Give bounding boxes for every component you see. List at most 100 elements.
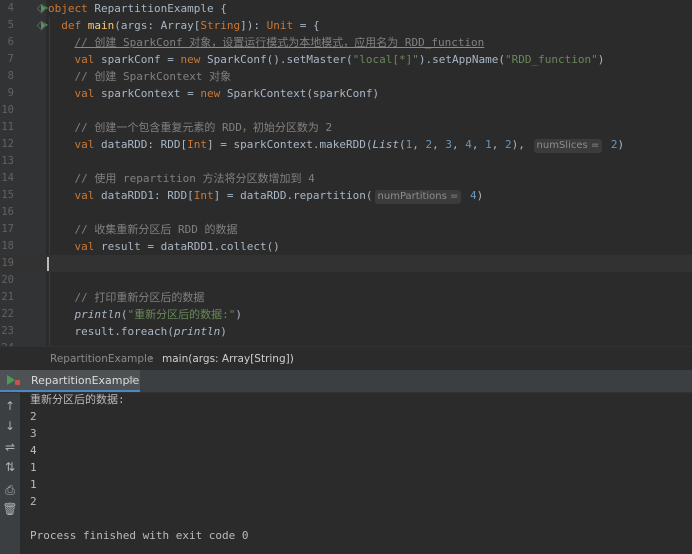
- print-icon[interactable]: ⎙: [0, 480, 20, 500]
- code-token: // 创建一个包含重复元素的 RDD，初始分区数为 2: [74, 121, 333, 134]
- code-token: val: [74, 240, 101, 253]
- line-number: 10: [1, 104, 14, 116]
- code-token: val: [74, 138, 101, 151]
- code-token: sparkContext =: [101, 87, 201, 100]
- code-line[interactable]: 11 // 创建一个包含重复元素的 RDD，初始分区数为 2: [0, 119, 692, 136]
- close-icon[interactable]: ×: [127, 370, 135, 391]
- code-line[interactable]: 8 // 创建 SparkContext 对象: [0, 68, 692, 85]
- code-line[interactable]: 5 def main(args: Array[String]): Unit = …: [0, 17, 692, 34]
- code-line[interactable]: 13: [0, 153, 692, 170]
- code-line[interactable]: 17 // 收集重新分区后 RDD 的数据: [0, 221, 692, 238]
- line-number: 14: [1, 172, 14, 184]
- code-line[interactable]: 18 val result = dataRDD1.collect(): [0, 238, 692, 255]
- code-line[interactable]: 9 val sparkContext = new SparkContext(sp…: [0, 85, 692, 102]
- sort-icon[interactable]: ⇅: [0, 457, 20, 477]
- code-token: (: [399, 138, 406, 151]
- code-token: "RDD_function": [505, 53, 598, 66]
- code-text: val dataRDD1: RDD[Int] = dataRDD.reparti…: [48, 187, 483, 204]
- breadcrumb-method[interactable]: main(args: Array[String]): [162, 347, 294, 371]
- run-tool-window-tabs: RepartitionExample ×: [0, 370, 692, 393]
- code-line[interactable]: 7 val sparkConf = new SparkConf().setMas…: [0, 51, 692, 68]
- code-text: val sparkConf = new SparkConf().setMaste…: [48, 51, 605, 68]
- code-token: // 打印重新分区后的数据: [74, 291, 205, 304]
- tab-label: RepartitionExample: [31, 374, 140, 387]
- code-token: new: [200, 87, 227, 100]
- code-token: ,: [412, 138, 426, 151]
- code-token: ): [476, 189, 484, 202]
- code-line[interactable]: 16: [0, 204, 692, 221]
- code-text: // 收集重新分区后 RDD 的数据: [48, 221, 238, 238]
- code-token: val: [74, 53, 101, 66]
- code-token: object: [48, 2, 95, 15]
- line-number: 9: [7, 87, 14, 99]
- run-gutter-icon[interactable]: [20, 0, 48, 17]
- code-token: List: [372, 138, 400, 151]
- tab-repartition-example[interactable]: RepartitionExample ×: [0, 370, 140, 392]
- code-token: ).setAppName(: [418, 53, 506, 66]
- code-token: RepartitionExample {: [94, 2, 227, 15]
- code-token: println: [173, 325, 221, 338]
- run-config-icon: [7, 375, 23, 387]
- code-token: = {: [293, 19, 320, 32]
- console-output[interactable]: 重新分区后的数据: 2 3 4 1 1 2 Process finished with exi…: [20, 393, 692, 554]
- code-line[interactable]: 6 // 创建 SparkConf 对象，设置运行模式为本地模式，应用名为 RD…: [0, 34, 692, 51]
- code-line[interactable]: 19: [0, 255, 692, 272]
- code-token: ,: [432, 138, 446, 151]
- code-token: // 创建 SparkContext 对象: [74, 70, 232, 83]
- console-line: 2: [30, 495, 37, 508]
- code-token: // 使用 repartition 方法将分区数增加到 4: [74, 172, 315, 185]
- line-number: 21: [1, 291, 14, 303]
- down-icon[interactable]: ↓: [0, 416, 20, 436]
- code-token: result = dataRDD1.collect(): [101, 240, 280, 253]
- code-token: sparkConf =: [101, 53, 181, 66]
- line-number: 17: [1, 223, 14, 235]
- code-line[interactable]: 20: [0, 272, 692, 289]
- run-gutter-icon[interactable]: [20, 17, 48, 34]
- code-token: "local[*]": [352, 53, 419, 66]
- code-text: object RepartitionExample {: [48, 0, 227, 17]
- code-line[interactable]: 10: [0, 102, 692, 119]
- soft-wrap-icon[interactable]: ⇌: [0, 437, 20, 457]
- code-text: // 使用 repartition 方法将分区数增加到 4: [48, 170, 315, 187]
- code-token: ),: [511, 138, 532, 151]
- code-token: SparkContext(sparkConf): [226, 87, 380, 100]
- code-text: println("重新分区后的数据:"): [48, 306, 242, 323]
- code-token: def: [61, 19, 88, 32]
- code-token: ,: [452, 138, 466, 151]
- code-line[interactable]: 15 val dataRDD1: RDD[Int] = dataRDD.repa…: [0, 187, 692, 204]
- rerun-up-icon[interactable]: ↑: [0, 396, 20, 416]
- code-token: dataRDD: RDD[: [101, 138, 188, 151]
- line-number: 12: [1, 138, 14, 150]
- code-text: // 创建一个包含重复元素的 RDD，初始分区数为 2: [48, 119, 333, 136]
- breadcrumb-object[interactable]: RepartitionExample: [50, 347, 153, 371]
- code-editor[interactable]: 4 object RepartitionExample {5 def main(a…: [0, 0, 692, 346]
- code-line[interactable]: 23 result.foreach(println): [0, 323, 692, 340]
- code-line[interactable]: 22 println("重新分区后的数据:"): [0, 306, 692, 323]
- code-line[interactable]: 4 object RepartitionExample {: [0, 0, 692, 17]
- code-line[interactable]: 14 // 使用 repartition 方法将分区数增加到 4: [0, 170, 692, 187]
- code-token: 2: [505, 138, 512, 151]
- code-token: ): [220, 325, 227, 338]
- code-token: println: [74, 308, 121, 321]
- code-token: ,: [471, 138, 486, 151]
- code-token: (args: Array[: [114, 19, 201, 32]
- code-line[interactable]: 21 // 打印重新分区后的数据: [0, 289, 692, 306]
- line-number: 19: [1, 257, 14, 269]
- code-line[interactable]: 12 val dataRDD: RDD[Int] = sparkContext.…: [0, 136, 692, 153]
- trash-icon[interactable]: 🗑: [0, 499, 20, 519]
- code-token: ): [235, 308, 242, 321]
- code-token: result.foreach(: [74, 325, 174, 338]
- code-token: 2: [604, 138, 618, 151]
- code-token: 4: [463, 189, 477, 202]
- line-number: 22: [1, 308, 14, 320]
- parameter-hint: numSlices =: [533, 139, 603, 153]
